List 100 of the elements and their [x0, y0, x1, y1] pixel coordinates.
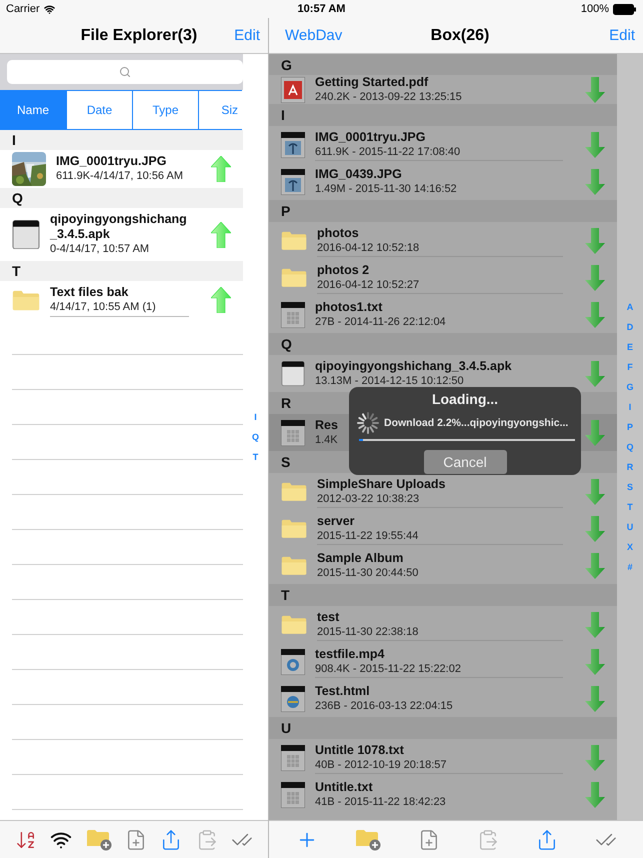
- video-file-icon: [281, 648, 305, 674]
- index-letter[interactable]: F: [627, 360, 633, 374]
- sort-tab[interactable]: Date: [66, 90, 133, 130]
- section-letter: I: [281, 107, 285, 123]
- file-details: 611.9K - 2015-11-22 17:08:40: [315, 144, 460, 158]
- file-details: 611.9K-4/14/17, 10:56 AM: [56, 169, 183, 183]
- section-letter: T: [12, 263, 21, 279]
- clock: 10:57 AM: [298, 3, 346, 15]
- download-arrow-icon[interactable]: [585, 782, 605, 808]
- sort-tab[interactable]: Type: [132, 90, 199, 130]
- index-letter[interactable]: X: [626, 540, 633, 554]
- sort-tab[interactable]: Siz: [198, 90, 242, 130]
- download-arrow-icon[interactable]: [585, 478, 605, 504]
- file-name: IMG_0439.JPG: [315, 166, 402, 182]
- file-name: testfile.mp4: [315, 646, 384, 662]
- file-name: SimpleShare Uploads: [317, 476, 446, 492]
- index-letter[interactable]: #: [627, 560, 632, 574]
- file-name: Getting Started.pdf: [315, 74, 428, 90]
- folder-icon: [281, 556, 307, 576]
- loading-title: Loading...: [432, 391, 498, 407]
- download-arrow-icon[interactable]: [585, 648, 605, 674]
- index-letter[interactable]: E: [626, 340, 633, 354]
- file-details: 908.4K - 2015-11-22 15:22:02: [315, 662, 461, 676]
- index-letter[interactable]: G: [626, 380, 634, 394]
- edit-link[interactable]: Edit: [609, 27, 635, 44]
- file-name: IMG_0001tryu.JPG: [56, 154, 166, 169]
- download-arrow-icon[interactable]: [585, 686, 605, 712]
- edit-link[interactable]: Edit: [234, 27, 260, 44]
- file-details: 2015-11-30 20:44:50: [317, 566, 418, 580]
- panel-title: Box(26): [430, 26, 490, 44]
- index-letter[interactable]: T: [252, 450, 258, 464]
- file-name: qipoyingyongshichang_3.4.5.apk: [50, 212, 188, 242]
- file-details: 2012-03-22 10:38:23: [317, 492, 420, 506]
- folder-icon: [281, 614, 307, 634]
- download-arrow-icon[interactable]: [585, 228, 605, 254]
- download-arrow-icon[interactable]: [585, 132, 605, 158]
- upload-arrow-icon[interactable]: [211, 222, 231, 248]
- index-letter[interactable]: R: [626, 460, 634, 474]
- app-file-icon: [281, 360, 305, 386]
- download-arrow-icon[interactable]: [585, 264, 605, 290]
- carrier-label: Carrier: [6, 3, 40, 15]
- new-folder-icon[interactable]: [86, 828, 112, 850]
- image-file-icon: [281, 168, 305, 194]
- download-status: Download 2.2%...qipoyingyongshic...: [384, 417, 568, 429]
- index-letter[interactable]: Q: [252, 430, 259, 444]
- section-letter: G: [281, 56, 292, 72]
- section-letter: R: [281, 395, 292, 411]
- back-link[interactable]: WebDav: [285, 27, 342, 44]
- panel-title: File Explorer(3): [80, 26, 198, 44]
- download-arrow-icon[interactable]: [585, 76, 605, 102]
- file-details: 0-4/14/17, 10:57 AM: [50, 242, 150, 256]
- folder-icon: [281, 268, 307, 288]
- web-file-icon: [281, 686, 305, 712]
- text-file-icon: [281, 420, 305, 446]
- file-name: Untitle 1078.txt: [315, 742, 404, 758]
- index-letter[interactable]: U: [626, 520, 634, 534]
- section-letter: U: [281, 720, 292, 736]
- file-name: photos1.txt: [315, 300, 382, 314]
- battery-icon: [613, 4, 637, 14]
- file-details: 27B - 2014-11-26 22:12:04: [315, 314, 446, 328]
- text-file-icon: [281, 744, 305, 770]
- index-letter[interactable]: T: [627, 500, 633, 514]
- index-letter[interactable]: P: [626, 420, 633, 434]
- folder-icon: [281, 230, 307, 250]
- file-name: Res: [315, 418, 338, 432]
- download-arrow-icon[interactable]: [585, 744, 605, 770]
- pdf-file-icon: [281, 76, 305, 102]
- section-letter: P: [281, 203, 290, 219]
- upload-arrow-icon[interactable]: [211, 287, 231, 313]
- search-field[interactable]: [7, 60, 243, 84]
- section-letter: Q: [281, 336, 292, 352]
- download-arrow-icon[interactable]: [585, 516, 605, 542]
- file-name: test: [317, 610, 340, 624]
- image-file-icon: [281, 132, 305, 158]
- index-letter[interactable]: I: [628, 400, 632, 414]
- index-letter[interactable]: I: [254, 410, 257, 424]
- index-letter[interactable]: Q: [626, 440, 634, 454]
- file-details: 4/14/17, 10:55 AM (1): [50, 300, 156, 314]
- section-letter: Q: [12, 190, 23, 206]
- file-details: 41B - 2015-11-22 18:42:23: [315, 794, 446, 808]
- download-arrow-icon[interactable]: [585, 552, 605, 578]
- file-name: Text files bak: [50, 285, 128, 300]
- download-arrow-icon[interactable]: [585, 360, 605, 386]
- download-arrow-icon[interactable]: [585, 302, 605, 328]
- cancel-button[interactable]: Cancel: [424, 450, 506, 474]
- download-arrow-icon[interactable]: [585, 420, 605, 446]
- file-details: 1.4K: [315, 432, 338, 446]
- index-letter[interactable]: S: [626, 480, 633, 494]
- file-name: qipoyingyongshichang_3.4.5.apk: [315, 358, 512, 374]
- index-letter[interactable]: D: [626, 320, 634, 334]
- download-arrow-icon[interactable]: [585, 612, 605, 638]
- new-folder-icon[interactable]: [354, 828, 380, 850]
- upload-arrow-icon[interactable]: [211, 156, 231, 182]
- download-arrow-icon[interactable]: [585, 168, 605, 194]
- file-details: 2015-11-30 22:38:18: [317, 624, 418, 638]
- index-letter[interactable]: A: [626, 300, 634, 314]
- sort-tab[interactable]: Name: [0, 90, 67, 130]
- file-details: 2016-04-12 10:52:27: [317, 278, 420, 292]
- file-details: 1.49M - 2015-11-30 14:16:52: [315, 182, 457, 196]
- file-details: 13.13M - 2014-12-15 10:12:50: [315, 374, 464, 388]
